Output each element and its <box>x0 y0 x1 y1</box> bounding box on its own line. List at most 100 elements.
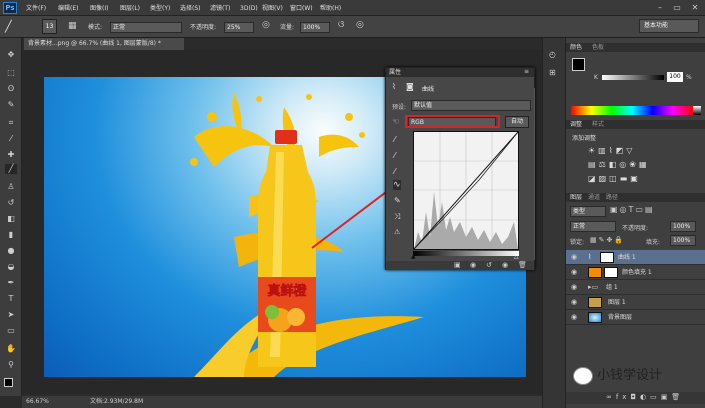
tab-color[interactable]: 颜色 <box>570 43 582 52</box>
zoom-level[interactable]: 66.67% <box>26 396 49 408</box>
reset-icon[interactable]: ↺ <box>486 261 492 269</box>
layer-row-group[interactable]: ◉ ▸▭ 组 1 <box>566 280 705 295</box>
draw-curve-icon[interactable]: ✎ <box>394 196 401 205</box>
brush-panel-icon[interactable]: ▦ <box>68 21 77 31</box>
panel-menu-icon[interactable]: ≡ <box>524 68 529 75</box>
white-point-slider-icon[interactable]: △ <box>514 253 519 260</box>
layer-thumbnail[interactable] <box>588 297 602 308</box>
gradient-tool-icon[interactable]: ▮ <box>5 230 17 240</box>
marquee-tool-icon[interactable]: ⬚ <box>5 68 17 78</box>
history-panel-icon[interactable]: ◴ <box>549 50 556 59</box>
threshold-icon[interactable]: ◫ <box>609 174 620 183</box>
mode-select[interactable]: 正常 <box>110 22 182 33</box>
pressure-size-icon[interactable]: ◎ <box>356 20 364 30</box>
layer-mask-thumbnail[interactable] <box>604 267 618 278</box>
properties-panel-icon[interactable]: ⊞ <box>549 68 556 77</box>
layer-mask-thumbnail[interactable] <box>600 252 614 263</box>
minimize-button[interactable]: – <box>653 2 667 13</box>
curves-icon[interactable]: ⌇ <box>609 146 616 155</box>
sample-white-eyedropper-icon[interactable]: ⁄ <box>394 167 395 176</box>
move-tool-icon[interactable]: ✥ <box>5 50 17 60</box>
eye-icon[interactable]: ◉ <box>571 298 579 306</box>
sample-black-eyedropper-icon[interactable]: ⁄ <box>394 135 395 144</box>
target-adjust-hand-icon[interactable]: ☜ <box>392 117 399 126</box>
clip-to-layer-icon[interactable]: ▣ <box>454 261 461 269</box>
visibility-icon[interactable]: ◉ <box>502 261 508 269</box>
channel-mixer-icon[interactable]: ❀ <box>629 160 639 169</box>
foreground-color-swatch[interactable] <box>572 58 585 71</box>
vibrance-icon[interactable]: ▽ <box>626 146 635 155</box>
dodge-tool-icon[interactable]: ◒ <box>5 262 17 272</box>
k-value-input[interactable]: 100 <box>667 72 683 82</box>
fill-color-thumbnail[interactable] <box>588 267 602 278</box>
selective-color-icon[interactable]: ▣ <box>630 174 641 183</box>
eye-icon[interactable]: ◉ <box>571 268 579 276</box>
menu-type[interactable]: 类型(Y) <box>150 3 170 14</box>
eyedropper-tool-icon[interactable]: ⁄ <box>5 134 17 144</box>
type-tool-icon[interactable]: T <box>5 294 17 304</box>
menu-window[interactable]: 窗口(W) <box>290 3 313 14</box>
opacity-input[interactable]: 25% <box>224 22 254 33</box>
layer-row-curves[interactable]: ◉ ⌇ 曲线 1 <box>566 250 705 265</box>
eye-icon[interactable]: ◉ <box>571 253 579 261</box>
menu-layer[interactable]: 图层(L) <box>120 3 140 14</box>
tab-layers[interactable]: 图层 <box>570 193 582 202</box>
menu-help[interactable]: 帮助(H) <box>320 3 341 14</box>
brightness-icon[interactable]: ☀ <box>588 146 598 155</box>
history-brush-tool-icon[interactable]: ↺ <box>5 198 17 208</box>
layer-filter-select[interactable]: 类型 <box>570 206 606 217</box>
clone-stamp-tool-icon[interactable]: ♙ <box>5 182 17 192</box>
sample-gray-eyedropper-icon[interactable]: ⁄ <box>394 151 395 160</box>
airbrush-icon[interactable]: ଓ <box>338 20 344 30</box>
crop-tool-icon[interactable]: ⌗ <box>5 118 17 128</box>
eye-icon[interactable]: ◉ <box>571 313 579 321</box>
black-white-icon[interactable]: ◧ <box>609 160 620 169</box>
edit-points-icon[interactable]: ∿ <box>393 180 401 190</box>
menu-filter[interactable]: 滤镜(T) <box>210 3 230 14</box>
layer-row-background[interactable]: ◉ 背景图层 <box>566 310 705 325</box>
tab-channels[interactable]: 通道 <box>588 193 600 202</box>
bw-ramp[interactable] <box>693 106 701 115</box>
workspace-switcher[interactable]: 基本功能 <box>639 19 699 33</box>
pen-tool-icon[interactable]: ✒ <box>5 278 17 288</box>
auto-button[interactable]: 自动 <box>505 116 529 128</box>
fill-input[interactable]: 100% <box>670 235 696 246</box>
black-point-slider-icon[interactable]: ▲ <box>411 253 416 260</box>
tab-swatches[interactable]: 色板 <box>592 43 604 52</box>
clipping-warning-icon[interactable]: ⚠ <box>394 228 400 236</box>
pressure-opacity-icon[interactable]: ◎ <box>262 20 270 30</box>
mask-icon[interactable]: ◙ <box>406 82 414 91</box>
menu-edit[interactable]: 编辑(E) <box>58 3 78 14</box>
quick-select-tool-icon[interactable]: ✎ <box>5 100 17 110</box>
color-spectrum-ramp[interactable] <box>571 106 693 115</box>
layer-opacity-input[interactable]: 100% <box>670 221 696 232</box>
blur-tool-icon[interactable]: ● <box>5 246 17 256</box>
menu-view[interactable]: 视图(V) <box>262 3 283 14</box>
menu-image[interactable]: 图像(I) <box>90 3 108 14</box>
curve-graph[interactable] <box>413 131 519 250</box>
maximize-button[interactable]: ▭ <box>670 2 684 13</box>
eraser-tool-icon[interactable]: ◧ <box>5 214 17 224</box>
layer-row-layer1[interactable]: ◉ 图层 1 <box>566 295 705 310</box>
panel-scrollbar[interactable] <box>534 88 535 260</box>
brush-tool-icon[interactable]: ╱ <box>5 164 17 174</box>
document-tab[interactable]: 背景素材...png @ 66.7% (曲线 1, 图层蒙版/8) * <box>24 38 184 50</box>
foreground-color-swatch[interactable] <box>4 378 13 387</box>
smooth-curve-icon[interactable]: ⤨ <box>394 212 400 222</box>
k-slider[interactable] <box>602 75 664 80</box>
layers-footer-icons[interactable]: ∞fx◘◐▭▣🗑 <box>606 393 684 401</box>
layer-row-color-fill[interactable]: ◉ 颜色填充 1 <box>566 265 705 280</box>
posterize-icon[interactable]: ▨ <box>599 174 610 183</box>
path-select-tool-icon[interactable]: ➤ <box>5 310 17 320</box>
tab-paths[interactable]: 路径 <box>606 193 618 202</box>
color-balance-icon[interactable]: ⚖ <box>599 160 609 169</box>
brush-size-picker[interactable]: 13 <box>42 19 57 34</box>
lock-icons[interactable]: ▦✎✥🔒 <box>590 236 625 244</box>
exposure-icon[interactable]: ◩ <box>616 146 627 155</box>
gradient-map-icon[interactable]: ▬ <box>620 174 631 183</box>
shape-tool-icon[interactable]: ▭ <box>5 326 17 336</box>
close-button[interactable]: ✕ <box>688 2 702 13</box>
healing-brush-tool-icon[interactable]: ✚ <box>5 150 17 160</box>
menu-3d[interactable]: 3D(D) <box>240 3 258 14</box>
layer-filter-icons[interactable]: ▣◎T▭▤ <box>610 205 655 214</box>
